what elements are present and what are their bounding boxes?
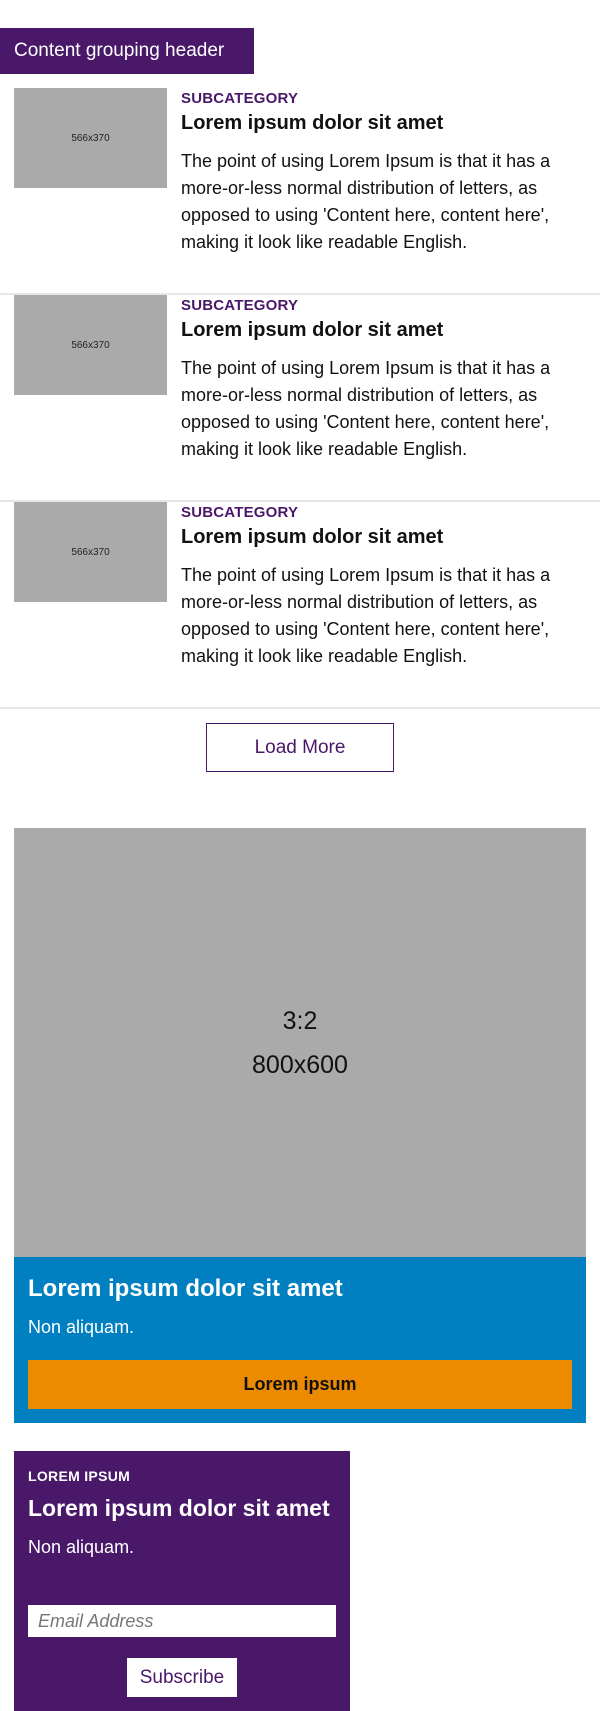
article-list-item[interactable]: 566x370 SUBCATEGORY Lorem ipsum dolor si…	[0, 295, 600, 502]
content-grouping-header: Content grouping header	[0, 28, 254, 74]
promo-panel: Lorem ipsum dolor sit amet Non aliquam. …	[14, 1257, 586, 1423]
email-field[interactable]	[28, 1605, 336, 1637]
subscribe-button[interactable]: Subscribe	[127, 1658, 237, 1697]
article-description: The point of using Lorem Ipsum is that i…	[181, 151, 551, 252]
newsletter-subtitle: Non aliquam.	[28, 1537, 135, 1557]
article-subcategory: SUBCATEGORY	[181, 90, 299, 107]
newsletter-eyebrow: LOREM IPSUM	[28, 1468, 131, 1484]
newsletter-signup: LOREM IPSUM Lorem ipsum dolor sit amet N…	[14, 1451, 350, 1711]
article-subcategory: SUBCATEGORY	[181, 504, 299, 521]
promo-title: Lorem ipsum dolor sit amet	[28, 1275, 343, 1302]
newsletter-title: Lorem ipsum dolor sit amet	[28, 1495, 330, 1521]
article-list-item[interactable]: 566x370 SUBCATEGORY Lorem ipsum dolor si…	[0, 88, 600, 295]
article-description: The point of using Lorem Ipsum is that i…	[181, 565, 551, 666]
article-list-item[interactable]: 566x370 SUBCATEGORY Lorem ipsum dolor si…	[0, 502, 600, 709]
article-title[interactable]: Lorem ipsum dolor sit amet	[181, 319, 443, 342]
article-title[interactable]: Lorem ipsum dolor sit amet	[181, 112, 443, 135]
promo-image-placeholder: 3:2 800x600	[14, 828, 586, 1257]
article-thumbnail[interactable]: 566x370	[14, 502, 167, 602]
article-description: The point of using Lorem Ipsum is that i…	[181, 358, 551, 459]
article-subcategory: SUBCATEGORY	[181, 297, 299, 314]
article-thumbnail[interactable]: 566x370	[14, 88, 167, 188]
article-title[interactable]: Lorem ipsum dolor sit amet	[181, 526, 443, 549]
promo-image-ratio: 3:2	[282, 1006, 318, 1035]
promo-subtitle: Non aliquam.	[28, 1317, 135, 1337]
promo-cta-button[interactable]: Lorem ipsum	[28, 1360, 572, 1409]
load-more-button[interactable]: Load More	[206, 723, 394, 772]
promo-image-size: 800x600	[252, 1050, 348, 1079]
article-thumbnail[interactable]: 566x370	[14, 295, 167, 395]
